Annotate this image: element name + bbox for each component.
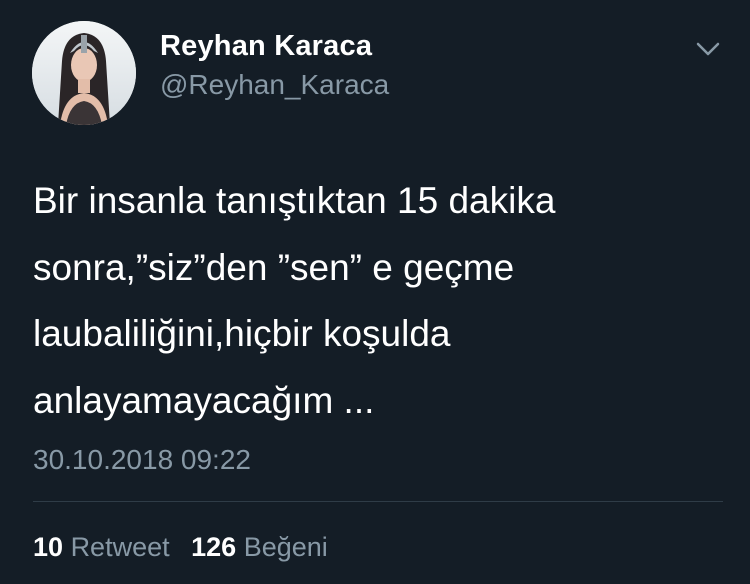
retweet-count: 10 (33, 532, 64, 562)
like-count: 126 (191, 532, 237, 562)
tweet-text-line: Bir insanla tanıştıktan 15 dakika (33, 180, 556, 221)
divider (33, 501, 723, 502)
retweet-stat[interactable]: 10 Retweet (33, 532, 170, 562)
chevron-down-icon[interactable] (694, 38, 722, 60)
tweet-text-line: laubaliliğini,hiçbir koşulda (33, 313, 451, 354)
user-handle[interactable]: @Reyhan_Karaca (160, 69, 389, 101)
avatar[interactable] (32, 21, 136, 125)
tweet-text: Bir insanla tanıştıktan 15 dakika sonra,… (33, 168, 723, 434)
tweet-text-line: sonra,”siz”den ”sen” e geçme (33, 246, 515, 288)
tweet-timestamp[interactable]: 30.10.2018 09:22 (33, 444, 251, 476)
tweet-detail: Reyhan Karaca @Reyhan_Karaca Bir insanla… (0, 0, 750, 584)
display-name[interactable]: Reyhan Karaca (160, 30, 372, 63)
retweet-label: Retweet (70, 532, 170, 562)
like-label: Beğeni (243, 532, 328, 562)
tweet-stats: 10 Retweet 126 Beğeni (33, 532, 328, 563)
profile-photo-icon (32, 21, 136, 125)
like-stat[interactable]: 126 Beğeni (191, 532, 328, 562)
tweet-text-line: anlayamayacağım ... (33, 379, 375, 421)
